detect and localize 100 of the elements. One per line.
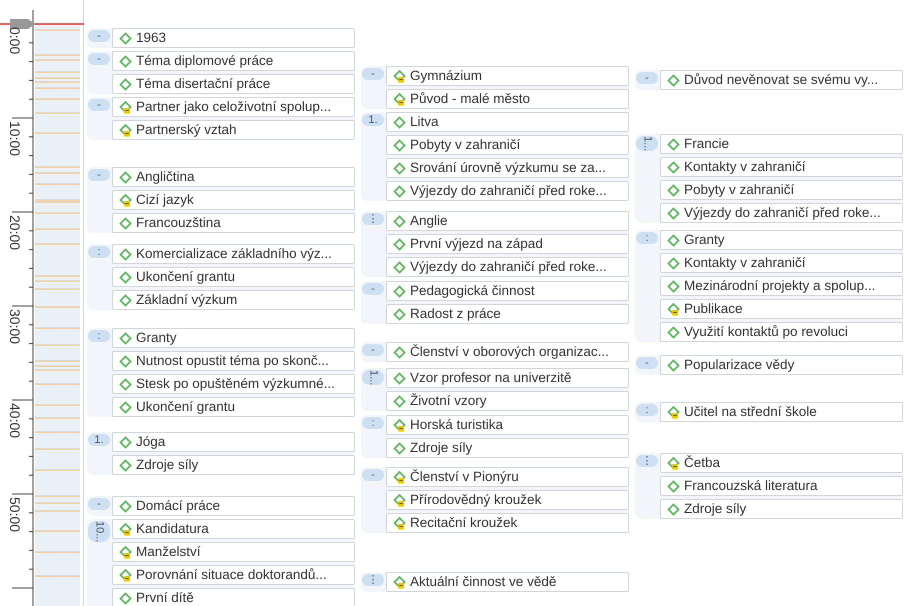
code-item[interactable]: Publikace (660, 299, 903, 319)
code-item[interactable]: Partner jako celoživotní spolup... (112, 97, 355, 117)
group-badge[interactable]: - (362, 469, 384, 481)
code-item[interactable]: Srování úrovně výzkumu se za... (386, 158, 629, 178)
code-item[interactable]: Aktuální činnost ve vědě (386, 572, 629, 592)
group-badge[interactable]: - (88, 498, 110, 510)
code-item[interactable]: Francouzská literatura (660, 476, 903, 496)
time-label: 30:00 (8, 309, 22, 344)
group-badge[interactable]: 10... (88, 521, 110, 542)
code-item[interactable]: Kontakty v zahraničí (660, 253, 903, 273)
code-item[interactable]: Cizí jazyk (112, 190, 355, 210)
group-badge[interactable]: 1... (636, 136, 658, 152)
code-item[interactable]: Důvod nevěnovat se svému vy... (660, 70, 903, 90)
code-item[interactable]: Granty (660, 230, 903, 250)
code-item[interactable]: 1963 (112, 28, 355, 48)
code-item[interactable]: Granty (112, 328, 355, 348)
diamond-icon (119, 400, 132, 414)
code-item[interactable]: Výjezdy do zahraničí před roke... (386, 257, 629, 277)
code-item[interactable]: Nutnost opustit téma po skonč... (112, 351, 355, 371)
code-item[interactable]: Kandidatura (112, 519, 355, 539)
diamond-icon (667, 74, 680, 86)
group-badge[interactable]: ⋮ (636, 455, 658, 467)
group-badge[interactable]: - (88, 30, 110, 42)
code-item[interactable]: Pobyty v zahraničí (386, 135, 629, 155)
code-item[interactable]: Recitační kroužek (386, 513, 629, 533)
diamond-icon (119, 270, 132, 284)
group-badge[interactable]: - (362, 283, 384, 295)
group-badge[interactable]: - (636, 357, 658, 369)
code-item[interactable]: Pedagogická činnost (386, 281, 629, 301)
code-item[interactable]: Ukončení grantu (112, 267, 355, 287)
group-badge[interactable]: ⋮ (362, 213, 384, 225)
code-item[interactable]: Pobyty v zahraničí (660, 180, 903, 200)
code-item[interactable]: Přírodovědný kroužek (386, 490, 629, 510)
code-item[interactable]: Angličtina (112, 167, 355, 187)
code-item[interactable]: Téma diplomové práce (112, 51, 355, 71)
group-badge[interactable]: 1... (362, 370, 384, 386)
code-item[interactable]: Výjezdy do zahraničí před roke... (386, 181, 629, 201)
code-item[interactable]: Horská turistika (386, 415, 629, 435)
code-item[interactable]: Původ - malé město (386, 89, 629, 109)
code-item[interactable]: Zdroje síly (386, 438, 629, 458)
group-badge[interactable]: - (636, 72, 658, 84)
time-label: 20:00 (8, 215, 22, 250)
group-badge[interactable]: : (362, 417, 384, 429)
diamond-icon (667, 280, 680, 292)
group-badge[interactable]: ⋮ (362, 574, 384, 586)
code-item[interactable]: Členství v Pionýru (386, 467, 629, 487)
group-badge[interactable]: : (88, 246, 110, 258)
group-badge[interactable]: 1. (88, 434, 110, 446)
code-item[interactable]: Komercializace základního výz... (112, 244, 355, 264)
code-item[interactable]: Gymnázium (386, 66, 629, 86)
group-badge[interactable]: 1. (362, 114, 384, 126)
time-label: 10:00 (8, 121, 22, 156)
code-item[interactable]: Vzor profesor na univerzitě (386, 368, 629, 388)
code-item[interactable]: První dítě (112, 588, 355, 606)
diamond-note-icon (393, 470, 406, 484)
code-item[interactable]: Zdroje síly (112, 455, 355, 475)
diamond-note-icon (393, 576, 406, 588)
code-item[interactable]: Popularizace vědy (660, 355, 903, 375)
code-item[interactable]: Francie (660, 134, 903, 154)
group-badge[interactable]: : (636, 404, 658, 416)
code-item[interactable]: Domácí práce (112, 496, 355, 516)
diamond-icon (119, 458, 132, 472)
diamond-note-icon (119, 100, 132, 114)
code-item[interactable]: Využití kontaktů po revoluci (660, 322, 903, 342)
code-item[interactable]: Francouzština (112, 213, 355, 233)
code-item[interactable]: Členství v oborových organizac... (386, 342, 629, 362)
code-item[interactable]: Anglie (386, 211, 629, 231)
code-item[interactable]: První výjezd na západ (386, 234, 629, 254)
diamond-note-icon (667, 302, 680, 316)
group-badge[interactable]: : (88, 330, 110, 342)
diamond-note-icon (393, 92, 406, 106)
code-item[interactable]: Radost z práce (386, 304, 629, 324)
code-item[interactable]: Základní výzkum (112, 290, 355, 310)
group-badge[interactable]: - (88, 99, 110, 111)
code-item[interactable]: Porovnání situace doktorandů... (112, 565, 355, 585)
code-item[interactable]: Četba (660, 453, 903, 473)
diamond-note-icon (119, 546, 132, 558)
group-badge[interactable]: - (88, 53, 110, 65)
code-item[interactable]: Ukončení grantu (112, 397, 355, 417)
code-item[interactable]: Téma disertační práce (112, 74, 355, 94)
code-item[interactable]: Zdroje síly (660, 499, 903, 519)
diamond-icon (667, 234, 680, 246)
code-item[interactable]: Výjezdy do zahraničí před roke... (660, 203, 903, 223)
code-item[interactable]: Manželství (112, 542, 355, 562)
code-item[interactable]: Partnerský vztah (112, 120, 355, 140)
code-item[interactable]: Životní vzory (386, 391, 629, 411)
diamond-icon (667, 326, 680, 338)
group-badge[interactable]: - (88, 169, 110, 181)
time-label: 0:00 (8, 27, 22, 54)
code-item[interactable]: Litva (386, 112, 629, 132)
code-item[interactable]: Mezinárodní projekty a spolup... (660, 276, 903, 296)
code-item[interactable]: Kontakty v zahraničí (660, 157, 903, 177)
diamond-icon (119, 216, 132, 230)
code-item[interactable]: Učitel na střední škole (660, 402, 903, 422)
code-item[interactable]: Stesk po opuštěném výzkumné... (112, 374, 355, 394)
group-badge[interactable]: - (362, 68, 384, 80)
code-item[interactable]: Jóga (112, 432, 355, 452)
diamond-icon (119, 592, 132, 604)
group-badge[interactable]: - (362, 344, 384, 356)
group-badge[interactable]: : (636, 232, 658, 244)
